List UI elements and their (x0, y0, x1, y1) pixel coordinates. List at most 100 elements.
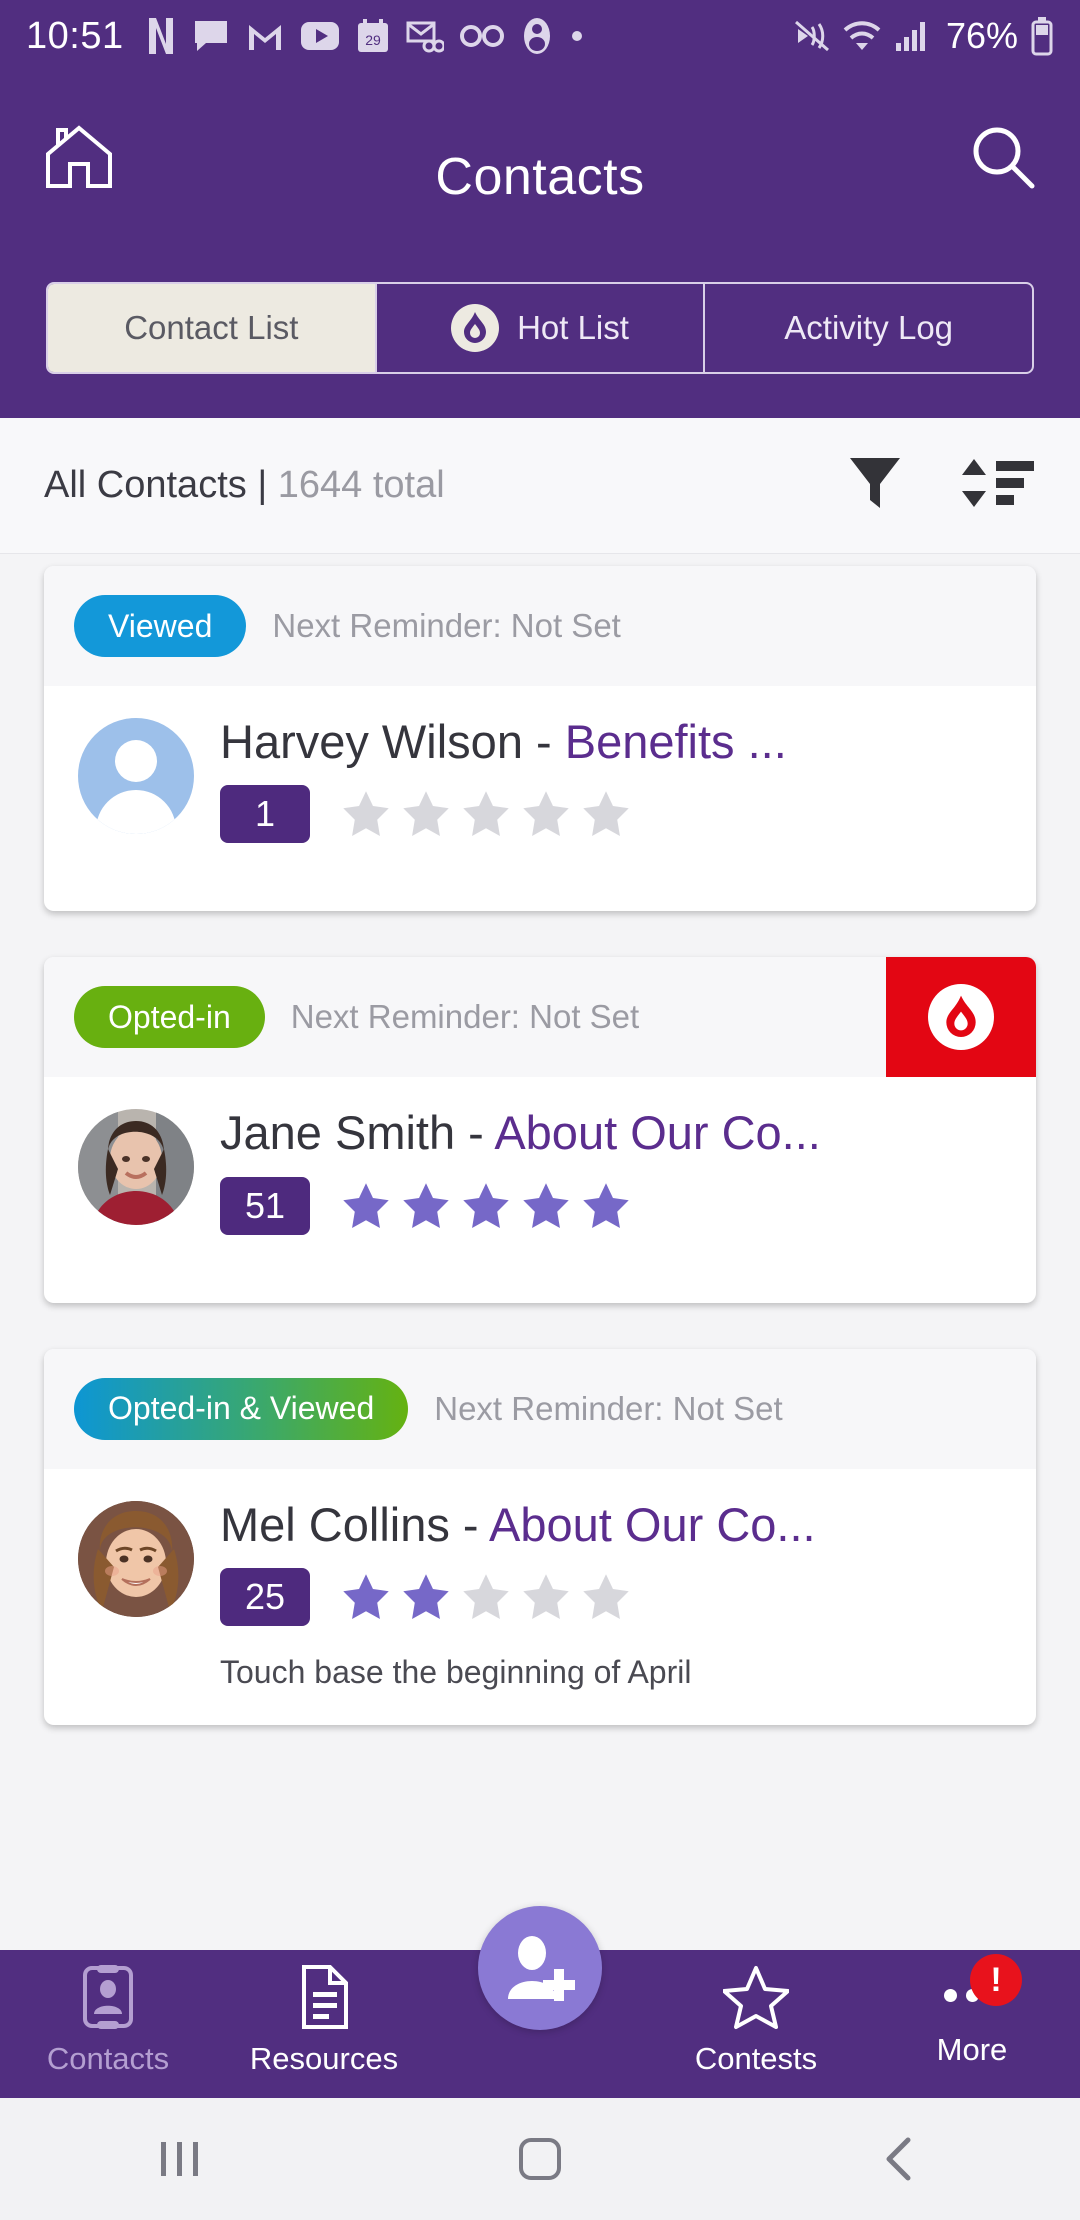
contact-note: Touch base the beginning of April (220, 1654, 692, 1691)
contact-card[interactable]: Viewed Next Reminder: Not Set Harvey Wil… (44, 566, 1036, 912)
star-icon[interactable] (580, 1181, 632, 1231)
contact-count-badge: 1 (220, 785, 310, 844)
next-reminder-label: Next Reminder: Not Set (290, 998, 640, 1036)
tab-hot-list[interactable]: Hot List (377, 284, 706, 372)
contact-meta-row: 25 (220, 1568, 1006, 1627)
nav-item-resources[interactable]: Resources (216, 1950, 432, 2077)
nav-label-contests: Contests (694, 2041, 818, 2076)
nav-item-contacts[interactable]: Contacts (0, 1950, 216, 2077)
contact-count-badge: 51 (220, 1176, 310, 1235)
contact-card[interactable]: Opted-in Next Reminder: Not Set Jane Smi… (44, 957, 1036, 1303)
status-bar: 10:51 29 76% (0, 0, 1080, 72)
summary-separator: | (257, 464, 268, 506)
tab-activity-log[interactable]: Activity Log (705, 284, 1032, 372)
app-screen: 10:51 29 76% Contacts Contact List Hot L… (0, 0, 1080, 2220)
battery-icon (1030, 16, 1054, 56)
account-icon (520, 17, 554, 55)
rating-stars[interactable] (340, 1181, 632, 1231)
summary-actions (848, 454, 1036, 517)
svg-text:29: 29 (365, 32, 381, 48)
card-bottom-padding (44, 1269, 1036, 1303)
rating-stars[interactable] (340, 1572, 632, 1622)
avatar (78, 718, 194, 834)
contact-title-line: Harvey Wilson - Benefits ... (220, 714, 1006, 769)
contact-card-body: Jane Smith - About Our Co... 51 (44, 1077, 1036, 1268)
contact-meta-row: 51 (220, 1176, 1006, 1235)
tab-bar: Contact List Hot List Activity Log (46, 282, 1034, 374)
star-icon[interactable] (520, 1572, 572, 1622)
star-icon[interactable] (580, 1572, 632, 1622)
wifi-icon (842, 19, 882, 53)
hot-list-flag[interactable] (886, 957, 1036, 1078)
card-bottom-padding (44, 877, 1036, 911)
more-dot (943, 1988, 957, 2002)
contact-card-body: Harvey Wilson - Benefits ... 1 (44, 686, 1036, 877)
contact-title-dash: - (455, 1106, 495, 1160)
contact-topic: About Our Co... (494, 1106, 821, 1160)
nav-item-contests[interactable]: Contests (648, 1950, 864, 2077)
home-icon[interactable] (42, 120, 116, 194)
nav-item-more[interactable]: ! More (864, 1950, 1080, 2068)
contact-card-body: Mel Collins - About Our Co... 25 Touch b… (44, 1469, 1036, 1725)
star-outline-icon (722, 1964, 790, 2035)
status-bar-system-icons: 76% (794, 15, 1054, 57)
calendar-29-icon: 29 (356, 18, 390, 54)
vibrate-icon (794, 18, 830, 54)
filter-funnel-icon[interactable] (848, 454, 902, 517)
more-alert-badge: ! (970, 1954, 1022, 2006)
status-badge: Opted-in (74, 986, 265, 1049)
contact-name: Mel Collins (220, 1497, 450, 1551)
avatar-photo-jane (78, 1109, 194, 1226)
contact-card-header: Opted-in & Viewed Next Reminder: Not Set (44, 1348, 1036, 1469)
contact-card-main: Harvey Wilson - Benefits ... 1 (220, 714, 1006, 844)
contact-title-dash: - (449, 1497, 490, 1551)
youtube-icon (300, 20, 340, 52)
gmail-icon (246, 19, 284, 53)
star-icon[interactable] (520, 789, 572, 839)
contact-meta-row: 1 (220, 785, 1006, 844)
star-icon[interactable] (400, 789, 452, 839)
avatar-photo-mel (78, 1500, 194, 1617)
star-icon[interactable] (460, 789, 512, 839)
avatar (78, 1109, 194, 1226)
flame-icon (928, 984, 994, 1051)
contact-card[interactable]: Opted-in & Viewed Next Reminder: Not Set (44, 1348, 1036, 1726)
voicemail-icon (459, 23, 504, 49)
nav-label-more: More (936, 2032, 1008, 2067)
star-icon[interactable] (340, 1572, 392, 1622)
star-icon[interactable] (400, 1181, 452, 1231)
star-icon[interactable] (460, 1572, 512, 1622)
star-icon[interactable] (340, 1181, 392, 1231)
next-reminder-label: Next Reminder: Not Set (272, 607, 621, 644)
contact-card-header: Viewed Next Reminder: Not Set (44, 566, 1036, 686)
add-person-icon[interactable] (478, 1906, 602, 2030)
status-bar-time: 10:51 (26, 14, 124, 57)
tab-contact-list-label: Contact List (124, 309, 299, 346)
avatar (78, 1500, 194, 1617)
recents-icon[interactable] (120, 2124, 240, 2194)
star-icon[interactable] (580, 789, 632, 839)
summary-total: 1644 total (277, 464, 445, 506)
contact-card-icon (77, 1964, 139, 2035)
status-bar-notification-icons: 29 (146, 16, 584, 56)
rating-stars[interactable] (340, 789, 632, 839)
status-badge: Viewed (74, 595, 247, 657)
netflix-icon (146, 16, 176, 56)
contact-title-dash: - (522, 715, 565, 768)
contact-card-main: Jane Smith - About Our Co... 51 (220, 1105, 1006, 1235)
back-chevron-icon[interactable] (840, 2124, 960, 2194)
tab-contact-list[interactable]: Contact List (48, 284, 377, 372)
avatar-placeholder-body (96, 790, 176, 834)
home-square-icon[interactable] (480, 2124, 600, 2194)
star-icon[interactable] (520, 1181, 572, 1231)
sort-icon[interactable] (958, 455, 1036, 516)
battery-percent-label: 76% (945, 15, 1018, 56)
next-reminder-label: Next Reminder: Not Set (434, 1389, 783, 1427)
summary-text: All Contacts | 1644 total (44, 464, 445, 507)
star-icon[interactable] (340, 789, 392, 839)
search-icon[interactable] (968, 122, 1038, 192)
star-icon[interactable] (460, 1181, 512, 1231)
star-icon[interactable] (400, 1572, 452, 1622)
contact-title-line: Jane Smith - About Our Co... (220, 1105, 1006, 1160)
nav-label-contacts: Contacts (46, 2041, 170, 2076)
